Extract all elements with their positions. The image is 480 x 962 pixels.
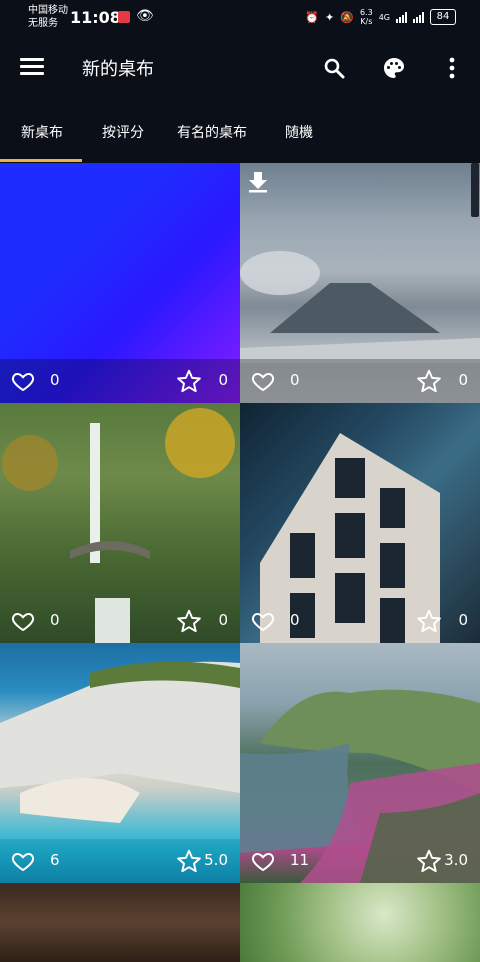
card-overlay bbox=[0, 359, 240, 403]
palette-icon[interactable] bbox=[380, 54, 408, 82]
carrier-status: 无服务 bbox=[28, 18, 58, 29]
likes-count: 11 bbox=[290, 851, 310, 869]
page-title: 新的桌布 bbox=[82, 59, 154, 80]
network-speed-value: 6.3 bbox=[359, 8, 373, 17]
scrollbar[interactable] bbox=[471, 163, 479, 217]
likes-count: 0 bbox=[290, 371, 300, 389]
rating-value: 5.0 bbox=[204, 851, 228, 869]
carrier-name: 中国移动 bbox=[28, 5, 68, 16]
bluetooth-icon: ✦ bbox=[325, 10, 335, 24]
heart-icon[interactable] bbox=[251, 369, 275, 393]
likes-count: 0 bbox=[50, 611, 60, 629]
volcano-shape bbox=[240, 251, 480, 363]
likes-count: 0 bbox=[50, 371, 60, 389]
download-icon[interactable] bbox=[248, 171, 268, 193]
rating-value: 0 bbox=[458, 611, 468, 629]
rating-value: 0 bbox=[218, 611, 228, 629]
card-overlay bbox=[240, 359, 480, 403]
wallpaper-card[interactable]: 0 0 bbox=[240, 403, 480, 643]
wallpaper-card[interactable] bbox=[0, 883, 240, 962]
wallpaper-card[interactable]: 0 0 bbox=[0, 163, 240, 403]
signal-icon bbox=[396, 11, 407, 23]
heart-icon[interactable] bbox=[251, 849, 275, 873]
battery-indicator: 84 bbox=[430, 9, 456, 25]
heart-icon[interactable] bbox=[11, 849, 35, 873]
tab-new[interactable]: 新桌布 bbox=[21, 122, 63, 142]
star-icon[interactable] bbox=[176, 848, 202, 874]
rating-value: 0 bbox=[218, 371, 228, 389]
heart-icon[interactable] bbox=[11, 609, 35, 633]
notification-icon bbox=[118, 11, 130, 23]
wallpaper-grid[interactable]: 0 0 0 0 0 0 0 0 6 5.0 11 3.0 bbox=[0, 163, 480, 962]
tab-famous[interactable]: 有名的桌布 bbox=[177, 122, 247, 142]
card-overlay bbox=[240, 599, 480, 643]
star-icon[interactable] bbox=[176, 608, 202, 634]
rating-value: 3.0 bbox=[444, 851, 468, 869]
mute-icon: 🔕 bbox=[340, 10, 354, 24]
star-icon[interactable] bbox=[416, 368, 442, 394]
status-time: 11:08 bbox=[70, 8, 121, 27]
network-speed: 6.3 K/s bbox=[360, 8, 373, 26]
tab-random[interactable]: 随機 bbox=[285, 122, 313, 142]
tab-by-rating[interactable]: 按评分 bbox=[102, 122, 144, 142]
wallpaper-card[interactable]: 0 0 bbox=[240, 163, 480, 403]
carrier-info: 中国移动 无服务 bbox=[28, 4, 68, 30]
star-icon[interactable] bbox=[416, 848, 442, 874]
wallpaper-card[interactable]: 6 5.0 bbox=[0, 643, 240, 883]
wallpaper-card[interactable]: 0 0 bbox=[0, 403, 240, 643]
app-bar: 新的桌布 bbox=[0, 36, 480, 100]
signal-icon-2 bbox=[413, 11, 424, 23]
star-icon[interactable] bbox=[176, 368, 202, 394]
likes-count: 0 bbox=[290, 611, 300, 629]
wallpaper-card[interactable]: 11 3.0 bbox=[240, 643, 480, 883]
tab-bar: 新桌布 按评分 有名的桌布 随機 bbox=[0, 100, 480, 162]
more-vert-icon[interactable] bbox=[438, 54, 466, 82]
alarm-icon: ⏰ bbox=[305, 10, 320, 24]
tab-indicator bbox=[0, 159, 82, 162]
status-indicators: ⏰ ✦ 🔕 6.3 K/s 4G 84 bbox=[305, 8, 456, 26]
eye-icon: 👁 bbox=[136, 8, 154, 24]
search-icon[interactable] bbox=[320, 54, 348, 82]
star-icon[interactable] bbox=[416, 608, 442, 634]
rating-value: 0 bbox=[458, 371, 468, 389]
card-overlay bbox=[0, 599, 240, 643]
network-speed-unit: K/s bbox=[360, 17, 373, 26]
wallpaper-card[interactable] bbox=[240, 883, 480, 962]
network-type: 4G bbox=[378, 12, 390, 22]
heart-icon[interactable] bbox=[251, 609, 275, 633]
menu-icon[interactable] bbox=[20, 58, 44, 78]
status-bar: 中国移动 无服务 11:08 👁 ⏰ ✦ 🔕 6.3 K/s 4G 84 bbox=[0, 0, 480, 36]
heart-icon[interactable] bbox=[11, 369, 35, 393]
likes-count: 6 bbox=[50, 851, 60, 869]
